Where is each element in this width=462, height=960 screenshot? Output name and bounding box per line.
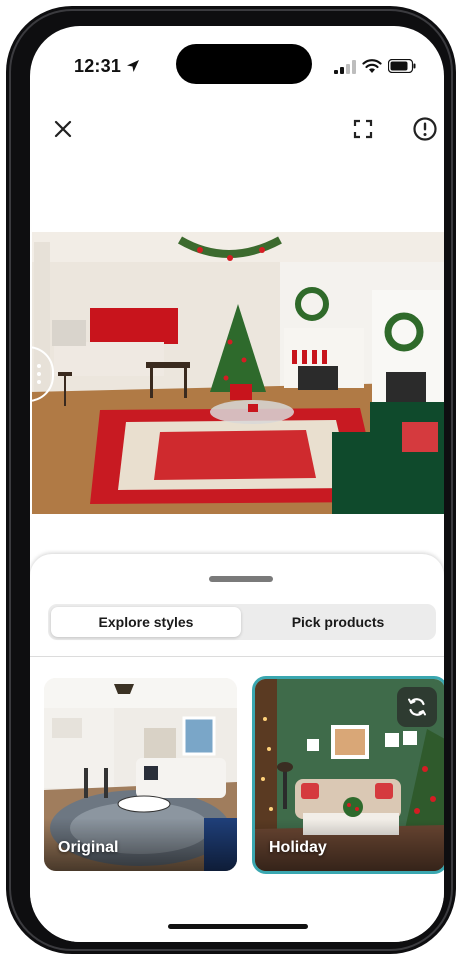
close-button[interactable] [48,114,78,144]
drag-handle-icon [37,364,41,384]
style-card-holiday[interactable]: Holiday [252,676,444,874]
expand-icon [353,119,373,139]
status-time: 12:31 [74,56,122,76]
tab-pick-products[interactable]: Pick products [243,607,433,637]
close-icon [54,120,72,138]
style-label-original: Original [58,839,119,856]
dynamic-island [176,44,312,84]
status-bar: 12:31 [30,26,444,96]
sheet-divider [30,656,444,657]
segmented-control: Explore styles Pick products [48,604,436,640]
phone-frame: 12:31 Explore styles Pick products Origi… [6,6,456,954]
cellular-signal-icon [334,60,356,74]
style-card-original[interactable]: Original [44,678,237,871]
styles-sheet: Explore styles Pick products Original Ho… [30,554,444,942]
regenerate-button[interactable] [397,687,437,727]
tab-explore-styles[interactable]: Explore styles [51,607,241,637]
report-button[interactable] [410,114,440,144]
app-screen: 12:31 Explore styles Pick products Origi… [30,26,444,942]
location-arrow-icon [127,60,139,72]
battery-icon [388,59,416,73]
home-indicator[interactable] [168,924,308,929]
refresh-icon [408,698,426,716]
alert-circle-icon [413,117,437,141]
room-render-image[interactable] [30,232,444,514]
wifi-icon [362,59,382,73]
fullscreen-button[interactable] [348,114,378,144]
style-label-holiday: Holiday [269,839,327,856]
sheet-grabber[interactable] [209,576,273,582]
